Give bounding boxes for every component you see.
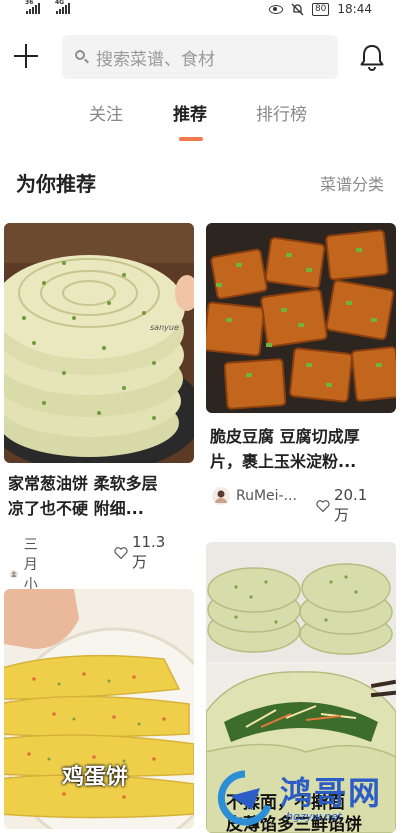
author-info[interactable]: RuMei-... <box>212 487 297 505</box>
app-header: 搜索菜谱、食材 <box>0 34 402 82</box>
network-type-label: 4G <box>55 0 65 6</box>
avatar <box>212 487 230 505</box>
recipe-title: 家常葱油饼 柔软多层 凉了也不硬 附细... <box>8 471 198 521</box>
like-button[interactable]: 11.3万 <box>114 533 169 572</box>
recipe-categories-link[interactable]: 菜谱分类 <box>320 171 384 195</box>
tab-recommended[interactable]: 推荐 <box>173 100 207 125</box>
signal-icon: 4G <box>55 0 70 14</box>
image-caption: 鸡蛋饼 <box>62 765 129 790</box>
avatar <box>10 570 18 578</box>
author-name: RuMei-... <box>236 488 297 504</box>
recipe-title-line: 凉了也不硬 附细... <box>8 499 144 518</box>
recipe-image[interactable]: sanyue <box>4 223 194 463</box>
heart-icon <box>316 499 330 512</box>
recipe-title-line: 片，裹上玉米淀粉... <box>210 452 357 471</box>
signal-indicators: 36 4G <box>25 0 70 14</box>
signal-icon: 36 <box>25 0 40 14</box>
search-placeholder: 搜索菜谱、食材 <box>96 49 215 70</box>
watermark-subtext: hgzyw.net <box>286 810 343 823</box>
clock: 18:44 <box>337 2 372 16</box>
section-title: 为你推荐 <box>16 172 96 196</box>
signal-type-label: 36 <box>25 0 34 6</box>
bell-icon[interactable] <box>357 42 387 72</box>
recipe-title: 脆皮豆腐 豆腐切成厚 片，裹上玉米淀粉... <box>210 424 400 474</box>
recipe-image[interactable] <box>206 223 396 413</box>
image-signature: sanyue <box>150 323 179 332</box>
status-bar: 36 4G 80 18:44 <box>0 0 402 22</box>
search-bar[interactable]: 搜索菜谱、食材 <box>62 35 338 79</box>
like-count: 20.1万 <box>333 486 368 524</box>
heart-icon <box>114 546 128 559</box>
like-button[interactable]: 20.1万 <box>316 486 371 525</box>
search-icon <box>74 49 90 65</box>
feed-tabs: 关注 推荐 排行榜 <box>0 100 402 140</box>
tab-following[interactable]: 关注 <box>89 100 123 125</box>
tab-ranking[interactable]: 排行榜 <box>256 100 307 125</box>
bell-off-icon <box>291 3 304 15</box>
recipe-image[interactable]: 鸡蛋饼 <box>4 589 194 829</box>
watermark-logo-icon <box>217 770 272 826</box>
like-count: 11.3万 <box>131 533 166 571</box>
recipe-title-line: 家常葱油饼 柔软多层 <box>8 474 158 493</box>
add-icon[interactable] <box>14 44 38 68</box>
eye-comfort-icon <box>268 4 283 14</box>
watermark-text: 鸿哥网 <box>280 774 383 812</box>
active-tab-indicator <box>179 137 203 141</box>
recipe-title-line: 脆皮豆腐 豆腐切成厚 <box>210 427 360 446</box>
battery-icon: 80 <box>311 2 330 16</box>
watermark: 鸿哥网 hgzyw.net <box>210 762 400 828</box>
status-right: 80 18:44 <box>268 2 372 16</box>
